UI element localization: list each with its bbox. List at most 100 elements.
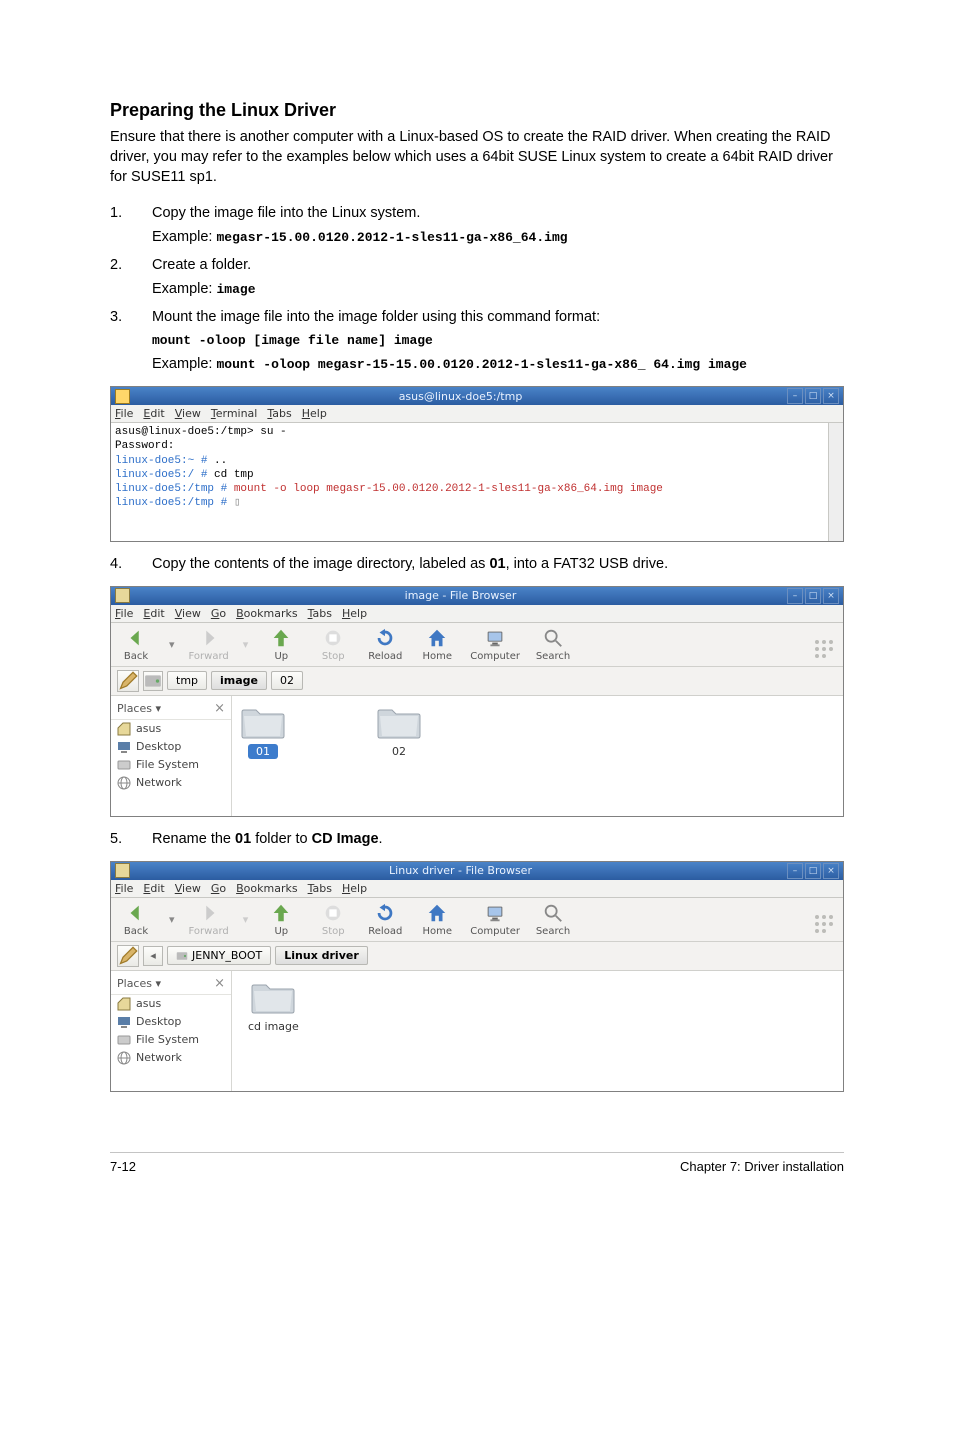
places-close-icon[interactable]: ×	[214, 976, 225, 991]
places-close-icon[interactable]: ×	[214, 701, 225, 716]
menu-item[interactable]: Edit	[143, 607, 164, 620]
file-pane[interactable]: 01 02	[232, 696, 843, 816]
sidebar-item-icon	[117, 740, 131, 754]
computer-button[interactable]: Computer	[470, 627, 520, 662]
menu-item[interactable]: Help	[342, 882, 367, 895]
reload-button[interactable]: Reload	[366, 627, 404, 662]
forward-button: Forward	[189, 902, 229, 937]
reload-button[interactable]: Reload	[366, 902, 404, 937]
path-bar: tmpimage02	[111, 667, 843, 696]
step-text: Copy the image file into the Linux syste…	[152, 205, 844, 221]
window-icon	[115, 588, 130, 603]
maximize-button[interactable]: □	[805, 588, 821, 604]
menu-item[interactable]: Tabs	[308, 607, 332, 620]
minimize-button[interactable]: –	[787, 388, 803, 404]
home-button[interactable]: Home	[418, 627, 456, 662]
sidebar-item-icon	[117, 1051, 131, 1065]
path-edit-button[interactable]	[117, 945, 139, 967]
up-button[interactable]: Up	[262, 902, 300, 937]
sidebar-item[interactable]: Network	[111, 1049, 231, 1067]
close-button[interactable]: ×	[823, 388, 839, 404]
path-segment[interactable]: JENNY_BOOT	[167, 946, 271, 965]
chapter-title: Chapter 7: Driver installation	[680, 1159, 844, 1174]
up-icon	[270, 627, 292, 649]
heading-preparing-linux-driver: Preparing the Linux Driver	[110, 100, 844, 121]
menu-item[interactable]: Bookmarks	[236, 882, 297, 895]
stop-icon	[322, 627, 344, 649]
path-edit-button[interactable]	[117, 670, 139, 692]
window-title: image - File Browser	[136, 589, 785, 602]
places-header[interactable]: Places ▾	[117, 702, 161, 715]
folder-item[interactable]: cd image	[240, 979, 307, 1083]
path-segment[interactable]: Linux driver	[275, 946, 368, 965]
folder-item[interactable]: 01	[240, 704, 286, 808]
minimize-button[interactable]: –	[787, 863, 803, 879]
menu-item[interactable]: View	[175, 882, 201, 895]
close-button[interactable]: ×	[823, 588, 839, 604]
sidebar-item[interactable]: Desktop	[111, 1013, 231, 1031]
back-button[interactable]: Back	[117, 902, 155, 937]
sidebar-item[interactable]: File System	[111, 1031, 231, 1049]
maximize-button[interactable]: □	[805, 388, 821, 404]
path-back-button[interactable]	[143, 671, 163, 691]
menu-item[interactable]: Go	[211, 882, 226, 895]
back-dropdown[interactable]: ▾	[169, 638, 175, 651]
step-text: Create a folder.	[152, 257, 844, 273]
step-text: Rename the 01 folder to CD Image.	[152, 831, 844, 847]
folder-icon	[240, 704, 286, 740]
menu-item[interactable]: File	[115, 407, 133, 420]
sidebar-item[interactable]: asus	[111, 720, 231, 738]
menu-item[interactable]: Bookmarks	[236, 607, 297, 620]
menu-item[interactable]: Edit	[143, 407, 164, 420]
menu-item[interactable]: View	[175, 607, 201, 620]
menu-item[interactable]: Help	[302, 407, 327, 420]
sidebar-item[interactable]: asus	[111, 995, 231, 1013]
path-segment[interactable]: 02	[271, 671, 303, 690]
back-icon	[125, 902, 147, 924]
close-button[interactable]: ×	[823, 863, 839, 879]
menu-item[interactable]: View	[175, 407, 201, 420]
sidebar-item[interactable]: Desktop	[111, 738, 231, 756]
path-back-button[interactable]: ◂	[143, 946, 163, 966]
up-button[interactable]: Up	[262, 627, 300, 662]
sidebar-item-icon	[117, 758, 131, 772]
file-browser-linux-driver: Linux driver - File Browser – □ × FileEd…	[110, 861, 844, 1092]
throbber-icon	[811, 636, 837, 662]
menu-item[interactable]: Go	[211, 607, 226, 620]
forward-dropdown: ▾	[243, 913, 249, 926]
menu-item[interactable]: File	[115, 882, 133, 895]
menu-item[interactable]: Tabs	[267, 407, 291, 420]
search-button[interactable]: Search	[534, 902, 572, 937]
search-button[interactable]: Search	[534, 627, 572, 662]
sidebar-item[interactable]: Network	[111, 774, 231, 792]
search-icon	[542, 902, 564, 924]
folder-item[interactable]: 02	[376, 704, 422, 808]
search-icon	[542, 627, 564, 649]
path-segment[interactable]: image	[211, 671, 267, 690]
filebrowser-menubar[interactable]: File Edit View Go Bookmarks Tabs Help	[111, 880, 843, 898]
maximize-button[interactable]: □	[805, 863, 821, 879]
terminal-scrollbar[interactable]	[828, 423, 843, 541]
terminal-menubar[interactable]: File Edit View Terminal Tabs Help	[111, 405, 843, 423]
home-button[interactable]: Home	[418, 902, 456, 937]
throbber-icon	[811, 911, 837, 937]
path-segment[interactable]: tmp	[167, 671, 207, 690]
computer-button[interactable]: Computer	[470, 902, 520, 937]
terminal-title: asus@linux-doe5:/tmp	[136, 390, 785, 403]
menu-item[interactable]: Edit	[143, 882, 164, 895]
menu-item[interactable]: File	[115, 607, 133, 620]
file-pane[interactable]: cd image	[232, 971, 843, 1091]
menu-item[interactable]: Help	[342, 607, 367, 620]
back-dropdown[interactable]: ▾	[169, 913, 175, 926]
menu-item[interactable]: Tabs	[308, 882, 332, 895]
sidebar-item[interactable]: File System	[111, 756, 231, 774]
filebrowser-menubar[interactable]: File Edit View Go Bookmarks Tabs Help	[111, 605, 843, 623]
terminal-body[interactable]: asus@linux-doe5:/tmp> su -Password:linux…	[111, 423, 843, 541]
terminal-window: asus@linux-doe5:/tmp – □ × File Edit View T…	[110, 386, 844, 542]
back-button[interactable]: Back	[117, 627, 155, 662]
places-header[interactable]: Places ▾	[117, 977, 161, 990]
forward-icon	[198, 627, 220, 649]
minimize-button[interactable]: –	[787, 588, 803, 604]
menu-item[interactable]: Terminal	[211, 407, 258, 420]
example-code: mount -oloop megasr-15-15.00.0120.2012-1…	[216, 357, 747, 372]
